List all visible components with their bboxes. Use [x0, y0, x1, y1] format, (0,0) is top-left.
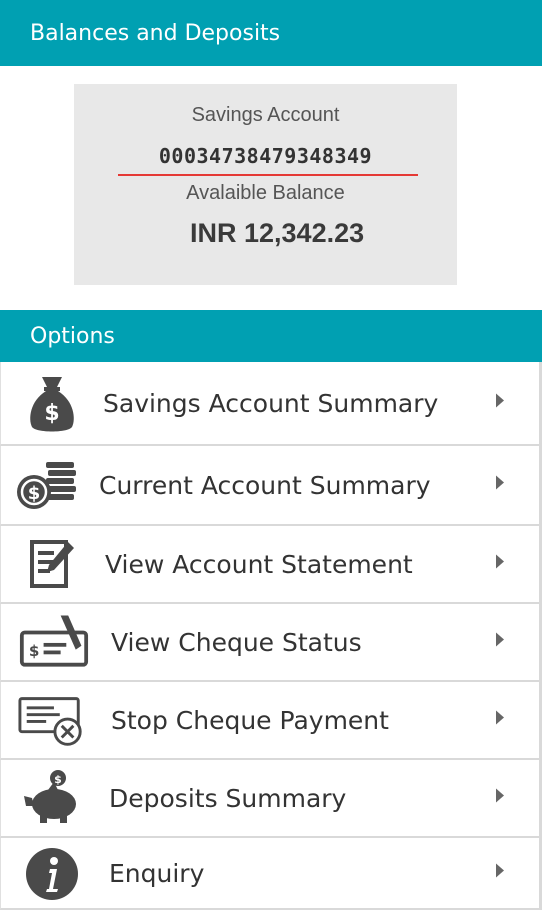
option-deposits-summary[interactable]: $ Deposits Summary — [0, 760, 542, 838]
svg-text:$: $ — [44, 401, 59, 426]
chevron-right-icon — [495, 554, 505, 575]
option-current-account-summary[interactable]: $ Current Account Summary — [0, 446, 542, 526]
cheque-cancel-icon — [17, 690, 87, 750]
coins-stack-icon: $ — [11, 454, 81, 514]
svg-text:$: $ — [28, 483, 41, 504]
option-view-account-statement[interactable]: View Account Statement — [0, 526, 542, 604]
option-label: Deposits Summary — [109, 783, 347, 813]
account-type: Savings Account — [191, 104, 340, 126]
option-label: Enquiry — [109, 858, 205, 888]
option-label: Stop Cheque Payment — [111, 705, 389, 735]
cheque-pen-icon: $ — [19, 612, 89, 672]
money-bag-icon: $ — [17, 372, 87, 432]
chevron-right-icon — [495, 475, 505, 496]
chevron-right-icon — [495, 863, 505, 884]
option-enquiry[interactable]: Enquiry — [0, 838, 542, 910]
option-label: Current Account Summary — [99, 470, 431, 500]
balance-label: Avalaible Balance — [186, 182, 345, 204]
chevron-right-icon — [495, 632, 505, 653]
balance-area: Savings Account 00034738479348349 Avalai… — [0, 66, 542, 310]
options-header: Options — [0, 310, 542, 362]
balances-header: Balances and Deposits — [0, 0, 542, 66]
option-view-cheque-status[interactable]: $ View Cheque Status — [0, 604, 542, 682]
balance-amount: INR 12,342.23 — [190, 218, 365, 248]
option-label: View Cheque Status — [111, 627, 362, 657]
account-underline — [118, 174, 418, 176]
chevron-right-icon — [495, 788, 505, 809]
info-icon — [17, 844, 87, 904]
account-number: 00034738479348349 — [158, 144, 373, 168]
svg-text:$: $ — [54, 773, 62, 786]
svg-text:$: $ — [29, 642, 40, 660]
option-label: Savings Account Summary — [103, 388, 439, 418]
statement-edit-icon — [15, 534, 85, 594]
options-list: $ Savings Account Summary $ Current Acco… — [0, 362, 542, 910]
option-savings-account-summary[interactable]: $ Savings Account Summary — [0, 362, 542, 446]
option-label: View Account Statement — [105, 549, 413, 579]
balances-header-title: Balances and Deposits — [30, 20, 281, 46]
options-header-title: Options — [30, 323, 115, 349]
piggy-bank-icon: $ — [17, 768, 87, 828]
option-stop-cheque-payment[interactable]: Stop Cheque Payment — [0, 682, 542, 760]
balance-card[interactable]: Savings Account 00034738479348349 Avalai… — [74, 84, 457, 285]
chevron-right-icon — [495, 710, 505, 731]
chevron-right-icon — [495, 393, 505, 414]
